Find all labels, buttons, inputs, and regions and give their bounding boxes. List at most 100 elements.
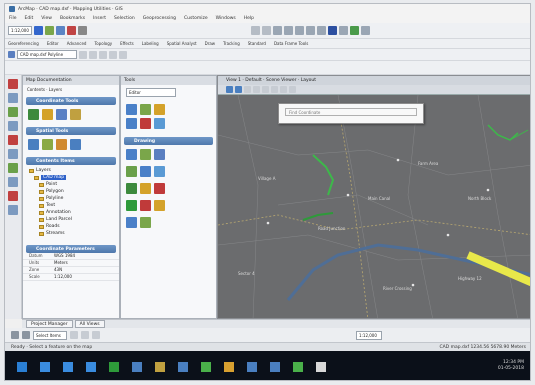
map-pan-icon[interactable]	[244, 86, 251, 93]
taskbar-app-icon[interactable]	[155, 361, 165, 372]
cog-icon[interactable]	[140, 217, 151, 228]
pan-icon[interactable]	[295, 26, 304, 35]
merge-icon[interactable]	[8, 163, 18, 173]
toolbar-tab-7[interactable]: Spatial Analyst	[167, 41, 197, 46]
draw-polygon-icon[interactable]	[140, 104, 151, 115]
map-identify-icon[interactable]	[271, 86, 278, 93]
draw-point-icon[interactable]	[154, 104, 165, 115]
toolbar-tab-9[interactable]: Tracking	[223, 41, 240, 46]
zoom-out-icon[interactable]	[284, 26, 293, 35]
trace-icon[interactable]	[8, 205, 18, 215]
delete-feature-icon[interactable]	[140, 118, 151, 129]
tree-node-annotation[interactable]: Annotation	[29, 209, 113, 216]
coord-icon-4[interactable]	[70, 109, 81, 120]
coord-icon-2[interactable]	[42, 109, 53, 120]
tree-node-polyline[interactable]: Polyline	[29, 195, 113, 202]
map-find-icon[interactable]	[280, 86, 287, 93]
tool-icon-a[interactable]	[79, 50, 87, 59]
text-icon[interactable]	[8, 135, 18, 145]
tab-all-views[interactable]: All Views	[74, 320, 105, 328]
tree-node-layers[interactable]: Layers	[29, 167, 113, 174]
menu-edit[interactable]: Edit	[25, 16, 34, 21]
tree-node-roads[interactable]: Roads	[29, 223, 113, 230]
tree-node-land-parcel[interactable]: Land Parcel	[29, 216, 113, 223]
menu-file[interactable]: File	[9, 16, 17, 21]
add-data-icon[interactable]	[328, 26, 337, 35]
undo-icon[interactable]	[251, 26, 260, 35]
spatial-tools-header[interactable]: Spatial Tools	[26, 127, 116, 135]
spatial-icon-1[interactable]	[28, 139, 39, 150]
tree-node-cad-map[interactable]: CAD map	[29, 174, 113, 181]
extend-icon[interactable]	[154, 166, 165, 177]
toolbar-tab-8[interactable]: Draw	[205, 41, 215, 46]
menu-selection[interactable]: Selection	[114, 16, 135, 21]
start-icon[interactable]	[17, 361, 27, 372]
map-zoom-in-icon[interactable]	[226, 86, 233, 93]
taskbar-app-icon[interactable]	[316, 361, 326, 372]
full-extent-icon[interactable]	[306, 26, 315, 35]
tree-node-text[interactable]: Text	[29, 202, 113, 209]
snap-icon[interactable]	[8, 177, 18, 187]
bottom-scale-combo[interactable]: 1:12,000	[356, 330, 382, 340]
tree-node-streams[interactable]: Streams	[29, 230, 113, 237]
pin-icon[interactable]	[154, 200, 165, 211]
taskbar-app-icon[interactable]	[109, 361, 119, 372]
spatial-icon-4[interactable]	[70, 139, 81, 150]
zoom-in-icon[interactable]	[273, 26, 282, 35]
draw-tool-icon[interactable]	[22, 331, 30, 339]
taskbar-app-icon[interactable]	[270, 361, 280, 372]
table-icon[interactable]	[126, 217, 137, 228]
drawing-header[interactable]: Drawing	[124, 137, 213, 145]
select-items-combo[interactable]: Select Items	[33, 330, 67, 340]
grid-icon[interactable]	[126, 200, 137, 211]
editor-combo[interactable]: Editor	[126, 88, 176, 97]
print-icon[interactable]	[78, 26, 87, 35]
map-measure-icon[interactable]	[262, 86, 269, 93]
taskbar-app-icon[interactable]	[132, 361, 142, 372]
coord-icon-1[interactable]	[28, 109, 39, 120]
menu-windows[interactable]: Windows	[216, 16, 236, 21]
map-select-icon[interactable]	[253, 86, 260, 93]
toolbar-tab-6[interactable]: Labeling	[142, 41, 159, 46]
redo-icon[interactable]	[262, 26, 271, 35]
taskbar-app-icon[interactable]	[178, 361, 188, 372]
draw-rect-icon[interactable]	[126, 118, 137, 129]
menu-view[interactable]: View	[41, 16, 52, 21]
tool-icon-c[interactable]	[99, 50, 107, 59]
menu-insert[interactable]: Insert	[93, 16, 106, 21]
bold-icon[interactable]	[81, 331, 89, 339]
lock-icon[interactable]	[140, 183, 151, 194]
taskbar-app-icon[interactable]	[86, 361, 96, 372]
edit-vertex-icon[interactable]	[8, 93, 18, 103]
open-icon[interactable]	[45, 26, 54, 35]
tool-icon-e[interactable]	[119, 50, 127, 59]
menu-bookmarks[interactable]: Bookmarks	[60, 16, 85, 21]
scale-combo[interactable]: 1:12,000	[8, 26, 32, 35]
rotate-icon[interactable]	[8, 149, 18, 159]
toolbar-tab-4[interactable]: Topology	[94, 41, 112, 46]
freehand-icon[interactable]	[154, 149, 165, 160]
coord-icon-3[interactable]	[56, 109, 67, 120]
catalog-icon[interactable]	[350, 26, 359, 35]
taskbar-app-icon[interactable]	[293, 361, 303, 372]
toolbar-tab-3[interactable]: Advanced	[67, 41, 87, 46]
search-icon[interactable]	[361, 26, 370, 35]
draw-line-icon[interactable]	[126, 104, 137, 115]
select-tool-icon[interactable]	[11, 331, 19, 339]
copy-feature-icon[interactable]	[154, 118, 165, 129]
menu-customize[interactable]: Customize	[184, 16, 208, 21]
map-canvas[interactable]	[218, 95, 531, 319]
toolbar-tab-5[interactable]: Effects	[120, 41, 134, 46]
tab-project-manager[interactable]: Project Manager	[26, 320, 73, 328]
new-icon[interactable]	[34, 26, 43, 35]
tree-node-point[interactable]: Point	[29, 181, 113, 188]
toolbar-tab-10[interactable]: Standard	[248, 41, 266, 46]
toolbar-tab-11[interactable]: Data Frame Tools	[274, 41, 308, 46]
spatial-icon-2[interactable]	[42, 139, 53, 150]
font-icon[interactable]	[70, 331, 78, 339]
taskbar-app-icon[interactable]	[201, 361, 211, 372]
tree-node-polygon[interactable]: Polygon	[29, 188, 113, 195]
italic-icon[interactable]	[92, 331, 100, 339]
erase-icon[interactable]	[8, 191, 18, 201]
contents-items-header[interactable]: Contents Items	[26, 157, 116, 165]
